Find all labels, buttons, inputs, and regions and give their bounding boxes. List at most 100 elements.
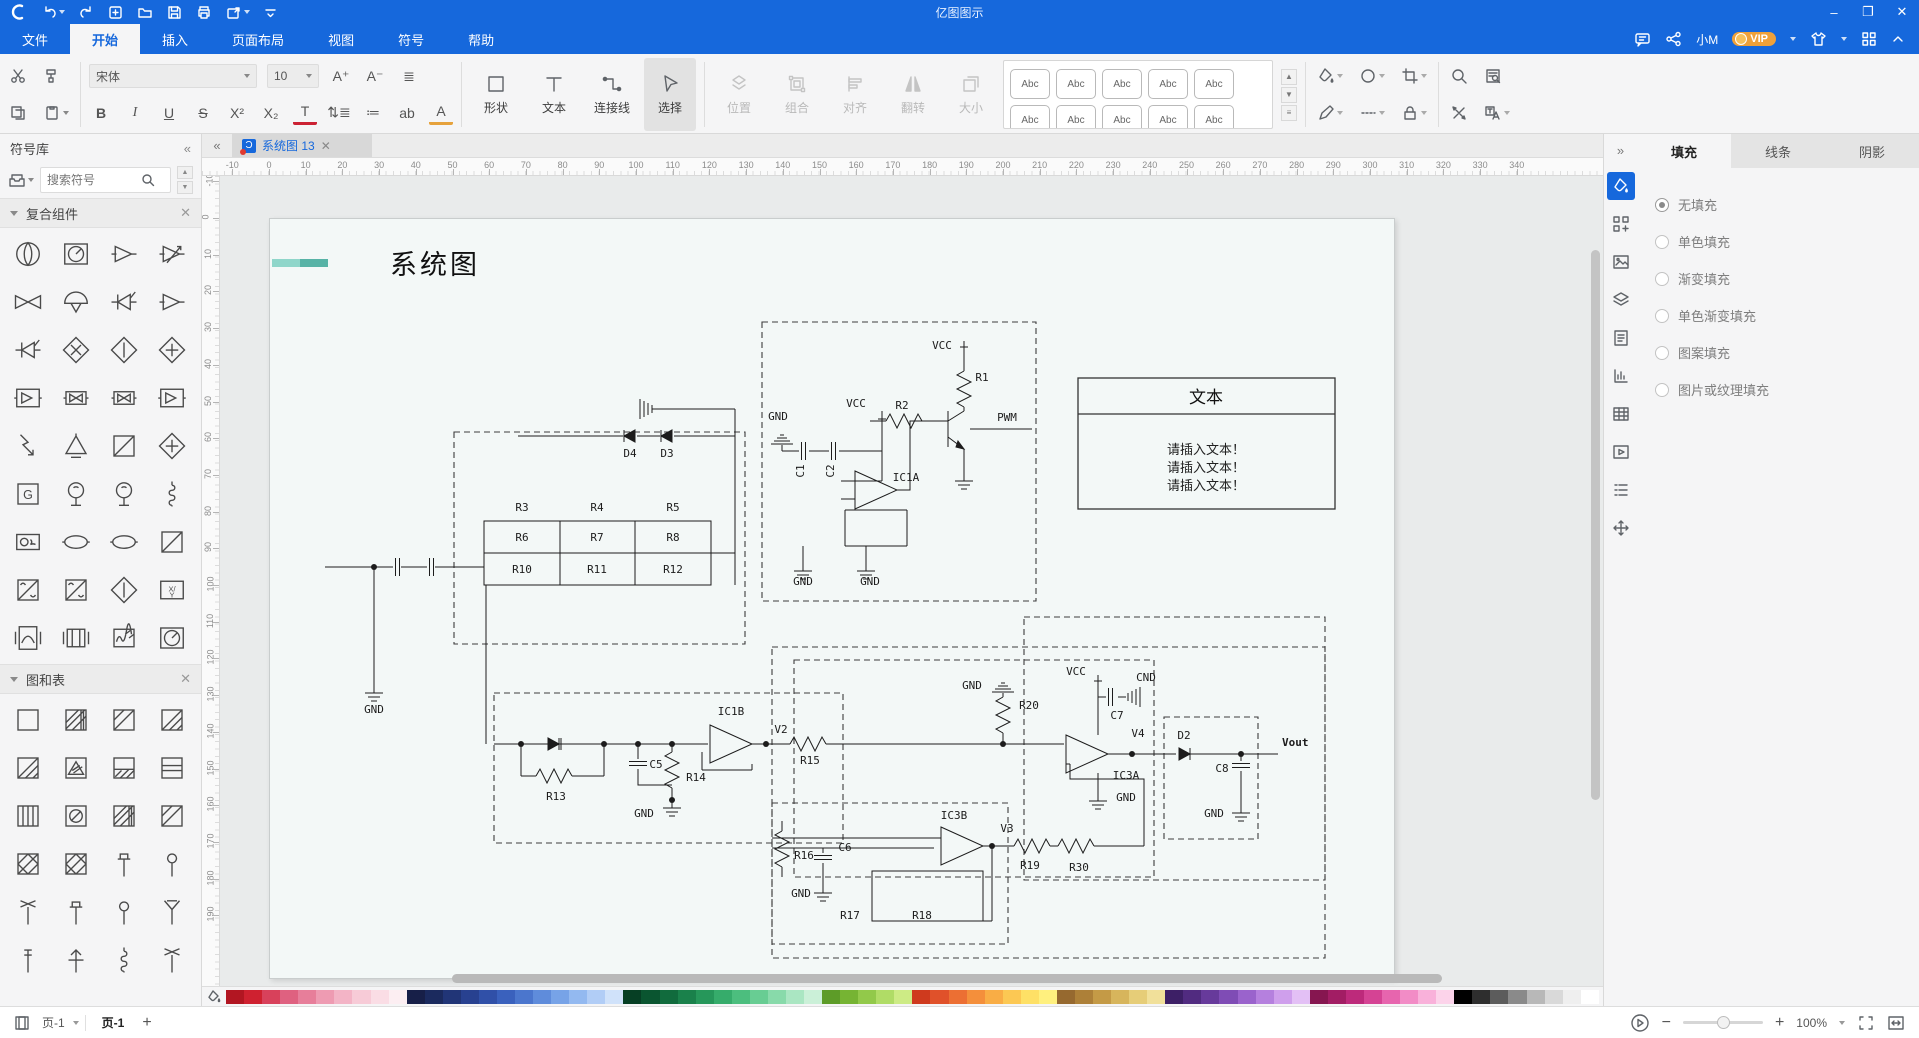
boxtri-symbol[interactable] — [148, 374, 196, 422]
polet-symbol[interactable] — [100, 840, 148, 888]
color-swatch[interactable] — [226, 990, 244, 1004]
close-document-icon[interactable]: ✕ — [321, 139, 331, 153]
style-chip[interactable]: Abc — [1148, 69, 1188, 99]
tools-button[interactable] — [1447, 101, 1471, 125]
subscript-button[interactable]: X₂ — [259, 101, 283, 125]
color-swatch[interactable] — [1364, 990, 1382, 1004]
fill-option-单色填充[interactable]: 单色填充 — [1655, 223, 1919, 260]
plug-symbol[interactable] — [52, 518, 100, 566]
color-swatch[interactable] — [262, 990, 280, 1004]
color-swatch[interactable] — [1581, 990, 1599, 1004]
page-select-caret[interactable] — [73, 1021, 79, 1025]
line-style-button[interactable] — [1356, 101, 1388, 125]
color-swatch[interactable] — [1490, 990, 1508, 1004]
color-swatch[interactable] — [949, 990, 967, 1004]
color-swatch[interactable] — [569, 990, 587, 1004]
pages-icon[interactable] — [14, 1015, 34, 1031]
radio-icon[interactable] — [1655, 235, 1669, 249]
color-swatch[interactable] — [533, 990, 551, 1004]
redo-button[interactable] — [79, 5, 94, 20]
layers-panel-icon[interactable] — [1607, 286, 1635, 314]
font-color-button[interactable]: A — [429, 101, 453, 125]
resistor-table[interactable]: R3 R4 R5 R6 R7 R8 R10 R11 R12 — [484, 501, 711, 585]
color-swatch[interactable] — [750, 990, 768, 1004]
dashed-blocks[interactable] — [454, 322, 1325, 958]
color-swatch[interactable] — [1201, 990, 1219, 1004]
color-swatch[interactable] — [768, 990, 786, 1004]
color-swatch[interactable] — [1183, 990, 1201, 1004]
sensor-symbol[interactable] — [4, 518, 52, 566]
tab-fill[interactable]: 填充 — [1637, 134, 1731, 168]
sq-symbol[interactable] — [4, 696, 52, 744]
color-swatch[interactable] — [967, 990, 985, 1004]
print-button[interactable] — [196, 5, 212, 20]
increase-font-button[interactable]: A⁺ — [329, 64, 353, 88]
color-swatch[interactable] — [985, 990, 1003, 1004]
expand-panel-button[interactable]: » — [1617, 138, 1624, 162]
fill-option-渐变填充[interactable]: 渐变填充 — [1655, 260, 1919, 297]
align-button[interactable]: 对齐 — [829, 58, 881, 131]
meter-symbol[interactable] — [52, 230, 100, 278]
select-tool-button[interactable]: 选择 — [644, 58, 696, 131]
plug-symbol[interactable] — [100, 518, 148, 566]
coil-symbol[interactable] — [148, 470, 196, 518]
flip-button[interactable]: 翻转 — [887, 58, 939, 131]
pen-button[interactable] — [1314, 101, 1346, 125]
menu-view[interactable]: 视图 — [306, 24, 376, 54]
valve-symbol[interactable] — [4, 278, 52, 326]
boxbow-symbol[interactable] — [52, 374, 100, 422]
radio-icon[interactable] — [1655, 309, 1669, 323]
collapse-ribbon-icon[interactable] — [1891, 32, 1905, 46]
color-swatch[interactable] — [1057, 990, 1075, 1004]
style-chip[interactable]: Abc — [1194, 105, 1234, 129]
connector-tool-button[interactable]: 连接线 — [586, 58, 638, 131]
boxsine-symbol[interactable] — [52, 566, 100, 614]
motor-symbol[interactable] — [100, 470, 148, 518]
sqd-symbol[interactable] — [148, 792, 196, 840]
boxtri-symbol[interactable] — [4, 374, 52, 422]
highlight-button[interactable]: ab — [395, 101, 419, 125]
color-swatch[interactable] — [352, 990, 370, 1004]
color-swatch[interactable] — [1454, 990, 1472, 1004]
media-panel-icon[interactable] — [1607, 438, 1635, 466]
fill-option-无填充[interactable]: 无填充 — [1655, 186, 1919, 223]
poleb-symbol[interactable] — [4, 936, 52, 984]
new-file-button[interactable] — [108, 5, 123, 20]
page-select-label[interactable]: 页-1 — [42, 1014, 65, 1031]
bullet-list-button[interactable]: ≔ — [361, 101, 385, 125]
zoom-in-button[interactable]: + — [1775, 1014, 1784, 1032]
fill-option-单色渐变填充[interactable]: 单色渐变填充 — [1655, 297, 1919, 334]
filt-symbol[interactable] — [4, 614, 52, 662]
thy-symbol[interactable] — [100, 278, 148, 326]
style-chip[interactable]: Abc — [1010, 105, 1050, 129]
minimize-button[interactable]: – — [1817, 0, 1851, 24]
close-button[interactable]: ✕ — [1885, 0, 1919, 24]
fill-bucket-icon[interactable] — [206, 989, 222, 1005]
dmk-symbol[interactable] — [148, 326, 196, 374]
style-chip[interactable]: Abc — [1194, 69, 1234, 99]
font-size-combo[interactable]: 10 — [267, 64, 319, 88]
color-swatch[interactable] — [1545, 990, 1563, 1004]
color-swatch[interactable] — [804, 990, 822, 1004]
library-select-button[interactable] — [8, 172, 34, 188]
poleo-symbol[interactable] — [148, 840, 196, 888]
polex-symbol[interactable] — [148, 936, 196, 984]
menu-help[interactable]: 帮助 — [446, 24, 516, 54]
color-swatch[interactable] — [1508, 990, 1526, 1004]
style-chip[interactable]: Abc — [1148, 105, 1188, 129]
distribute-panel-icon[interactable] — [1607, 514, 1635, 542]
undo-caret[interactable] — [59, 10, 65, 14]
shape-style-button[interactable] — [1356, 64, 1388, 88]
line-spacing-button[interactable]: ⇅≣ — [327, 101, 351, 125]
section-composite-components[interactable]: 复合组件 ✕ — [0, 198, 201, 228]
bold-button[interactable]: B — [89, 101, 113, 125]
document-tab[interactable]: Ɔ 系统图 13 ✕ — [232, 134, 372, 157]
color-swatch[interactable] — [479, 990, 497, 1004]
strikethrough-button[interactable]: S — [191, 101, 215, 125]
canvas[interactable]: -100102030405060708090100110120130140150… — [202, 176, 1603, 986]
tab-line[interactable]: 线条 — [1731, 134, 1825, 168]
scroll-down-button[interactable]: ▼ — [177, 181, 193, 194]
open-file-button[interactable] — [137, 5, 153, 20]
color-swatch[interactable] — [443, 990, 461, 1004]
username[interactable]: 小M — [1696, 31, 1718, 48]
